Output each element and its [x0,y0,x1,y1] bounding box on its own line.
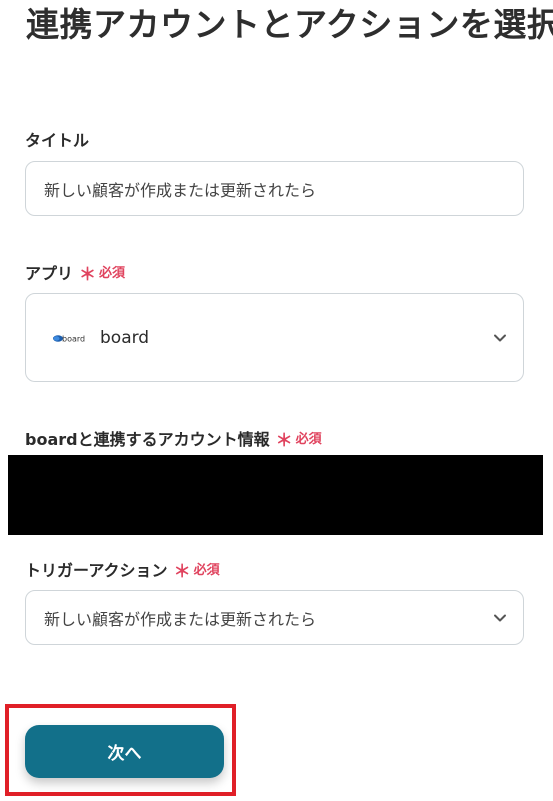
trigger-label-text: トリガーアクション [25,560,168,580]
required-mark: ＊ [79,265,97,285]
account-label-text: boardと連携するアカウント情報 [25,429,270,449]
app-label: アプリ ＊ 必須 [25,259,126,286]
trigger-select[interactable]: 新しい顧客が作成または更新されたら [25,590,524,645]
trigger-label: トリガーアクション ＊ 必須 [25,556,220,583]
title-input[interactable]: 新しい顧客が作成または更新されたら [25,161,524,216]
redacted-account-info [8,455,543,535]
app-name: board [100,327,150,348]
required-mark: ＊ [275,431,293,451]
board-logo-icon: board [52,331,90,345]
required-badge: ＊ 必須 [173,556,220,582]
app-label-text: アプリ [25,263,74,283]
required-text: 必須 [295,432,322,447]
required-badge: ＊ 必須 [275,425,322,451]
required-text: 必須 [193,563,220,578]
title-label: タイトル [25,127,89,151]
board-logo-text: board [62,334,85,343]
page-title: 連携アカウントとアクションを選択 [26,5,553,44]
app-select[interactable]: board board [25,293,524,382]
next-button[interactable]: 次へ [25,725,224,778]
title-input-value: 新しい顧客が作成または更新されたら [44,180,317,200]
required-text: 必須 [99,266,126,281]
required-badge: ＊ 必須 [79,259,126,285]
chevron-down-icon[interactable] [493,611,507,625]
trigger-select-value: 新しい顧客が作成または更新されたら [44,609,317,629]
title-label-text: タイトル [25,131,90,150]
account-label: boardと連携するアカウント情報 ＊ 必須 [25,425,322,452]
required-mark: ＊ [173,562,191,582]
chevron-down-icon[interactable] [493,331,507,345]
